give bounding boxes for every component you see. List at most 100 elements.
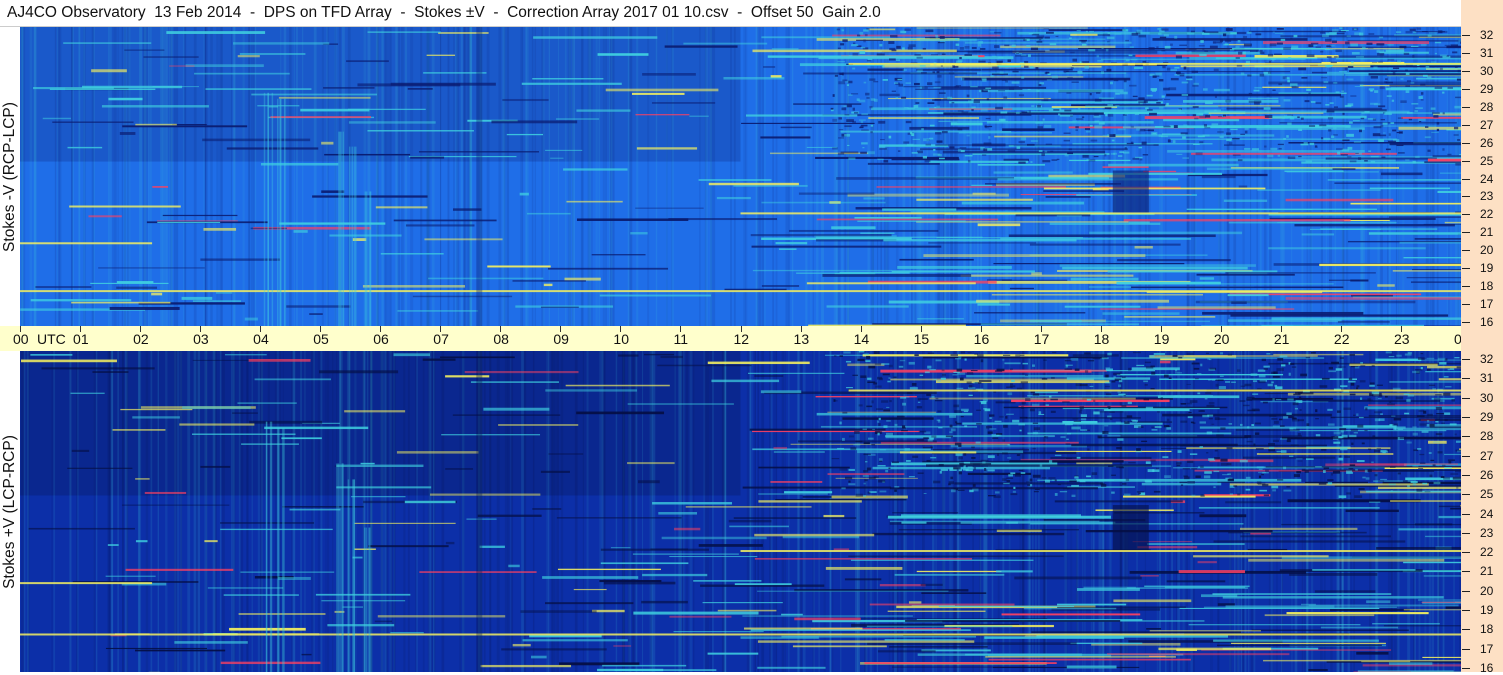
ionospheric-texture [955, 443, 962, 446]
rfi-streak [832, 496, 908, 499]
ionospheric-texture [1387, 450, 1389, 452]
ionospheric-texture [1136, 128, 1140, 131]
ionospheric-texture [1249, 101, 1255, 103]
ionospheric-texture [1079, 40, 1087, 42]
rfi-streak [601, 549, 709, 551]
ionospheric-texture [1374, 450, 1381, 453]
top-freq-tick-label: 30 [1480, 64, 1493, 78]
ionospheric-texture [941, 469, 948, 471]
noise-column [293, 351, 295, 672]
rfi-streak [541, 307, 579, 308]
ionospheric-texture [1220, 459, 1227, 462]
ionospheric-texture [1391, 416, 1395, 417]
ionospheric-texture [1337, 33, 1345, 34]
rfi-streak [135, 478, 149, 479]
noise-column [489, 351, 491, 672]
noise-column [632, 351, 634, 672]
ionospheric-texture [1110, 82, 1113, 85]
noise-column [841, 27, 843, 326]
ionospheric-texture [879, 44, 882, 46]
rfi-streak [1150, 630, 1261, 631]
noise-column [459, 351, 461, 672]
freq-tick-mark [1462, 304, 1470, 305]
ionospheric-texture [1127, 415, 1133, 417]
rfi-streak [917, 28, 1088, 29]
rfi-streak [542, 576, 638, 579]
ionospheric-texture [859, 32, 863, 35]
rfi-streak [717, 197, 751, 199]
ionospheric-texture [1316, 102, 1322, 104]
rfi-streak [368, 545, 449, 547]
ionospheric-texture [936, 106, 940, 109]
ionospheric-texture [1075, 126, 1078, 128]
rfi-streak [532, 78, 603, 79]
ionospheric-texture [1275, 33, 1283, 34]
ionospheric-texture [1188, 412, 1191, 413]
rfi-streak [1287, 171, 1379, 172]
ionospheric-texture [1260, 50, 1263, 52]
rfi-streak [1181, 65, 1371, 67]
ionospheric-texture [1267, 155, 1273, 158]
utc-tick-label: 10 [613, 331, 629, 347]
ionospheric-texture [1360, 365, 1365, 367]
noise-column [817, 27, 819, 326]
rfi-streak [1333, 168, 1356, 170]
freq-tick-mark [1462, 378, 1470, 379]
rfi-streak [478, 515, 542, 517]
ionospheric-texture [838, 48, 841, 49]
noise-column [904, 351, 907, 672]
ionospheric-texture [867, 151, 875, 154]
ionospheric-texture [1141, 441, 1147, 442]
rfi-streak [202, 139, 310, 142]
rfi-streak [344, 410, 405, 412]
ionospheric-texture [1037, 126, 1042, 128]
noise-column [656, 27, 657, 326]
rfi-streak [823, 515, 844, 517]
bottom-freq-tick-label: 24 [1480, 507, 1493, 521]
ionospheric-texture [1297, 460, 1302, 461]
ionospheric-texture [1340, 357, 1344, 358]
ionospheric-texture [1259, 476, 1261, 479]
rfi-streak [1004, 362, 1020, 364]
noise-column [707, 351, 710, 672]
freq-tick-mark [1462, 143, 1470, 144]
rfi-streak [723, 77, 784, 80]
ionospheric-texture [1184, 67, 1187, 70]
ionospheric-texture [1406, 399, 1410, 402]
ionospheric-texture [1046, 32, 1054, 34]
ionospheric-texture [1161, 397, 1163, 400]
rfi-streak [1198, 561, 1217, 563]
burst-arc [278, 428, 280, 672]
ionospheric-texture [1244, 435, 1251, 438]
freq-tick-mark [1462, 53, 1470, 54]
rfi-streak [1224, 200, 1267, 202]
ionospheric-texture [1094, 121, 1099, 123]
utc-tick-label: 20 [1214, 331, 1230, 347]
rfi-streak [711, 380, 779, 382]
ionospheric-texture [1183, 476, 1187, 477]
rfi-streak [754, 375, 783, 377]
ionospheric-texture [1435, 394, 1441, 395]
ionospheric-texture [1021, 54, 1027, 55]
rfi-streak [735, 583, 792, 585]
utc-tick-label: 05 [313, 331, 329, 347]
ionospheric-texture [909, 476, 915, 477]
ionospheric-texture [1378, 398, 1382, 399]
ionospheric-texture [1258, 369, 1265, 371]
noise-column [320, 351, 322, 672]
ionospheric-texture [859, 51, 865, 54]
ionospheric-texture [1122, 376, 1126, 378]
ionospheric-texture [1391, 71, 1396, 72]
ionospheric-texture [1437, 122, 1440, 124]
ionospheric-texture [940, 36, 945, 39]
ionospheric-texture [1411, 46, 1419, 47]
ionospheric-texture [1187, 33, 1194, 35]
ionospheric-texture [1118, 155, 1122, 157]
ionospheric-texture [1301, 118, 1304, 120]
ionospheric-texture [1218, 379, 1224, 381]
noise-column [636, 351, 637, 672]
rfi-streak [753, 270, 892, 271]
rfi-streak [880, 584, 926, 586]
ionospheric-texture [1271, 418, 1277, 419]
ionospheric-texture [924, 493, 927, 494]
